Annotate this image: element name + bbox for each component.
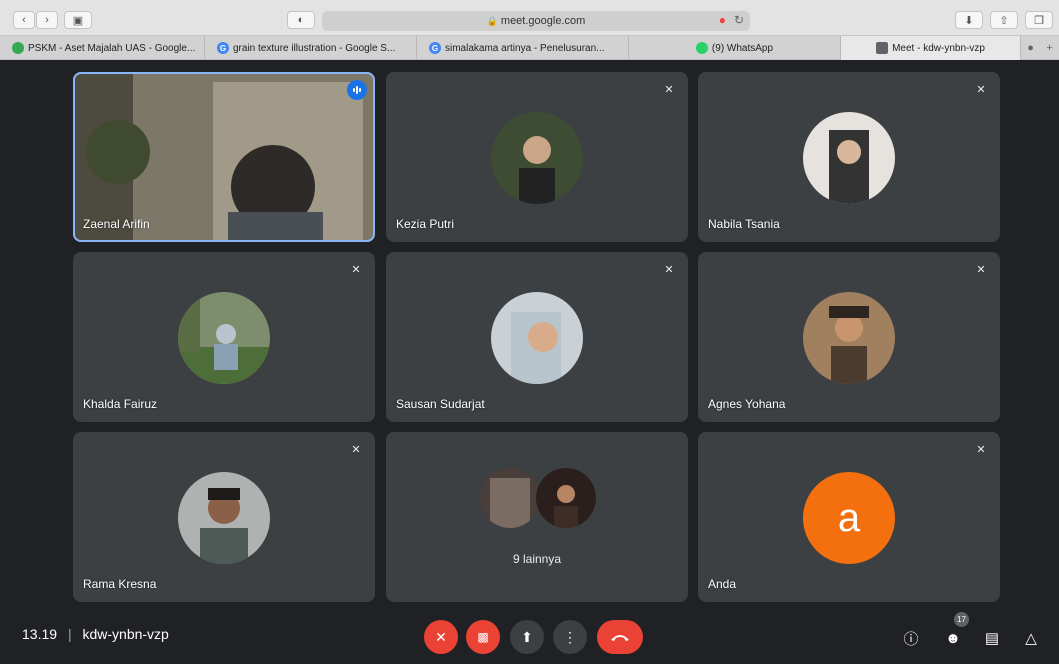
avatar [803, 112, 895, 204]
url-text: meet.google.com [500, 15, 586, 27]
more-options-button[interactable]: ⋮ [553, 620, 587, 654]
tab-label: (9) WhatsApp [711, 42, 774, 54]
mic-recording-icon: ● [718, 13, 726, 27]
tab-pskm[interactable]: PSKM - Aset Majalah UAS - Google... [0, 36, 205, 60]
participant-tile-self[interactable]: ✕ a Anda [698, 432, 1000, 602]
separator: | [67, 626, 72, 642]
avatar [178, 472, 270, 564]
avatar: a [803, 472, 895, 564]
mic-off-icon: ✕ [351, 263, 361, 276]
privacy-shield-button[interactable]: ◐ [287, 11, 315, 29]
participant-tile[interactable]: Zaenal Arifin [73, 72, 375, 242]
avatar [491, 112, 583, 204]
present-screen-button[interactable]: ⬆ [510, 620, 544, 654]
avatar [803, 292, 895, 384]
browser-chrome: ‹ › ▣ ◐ 🔒 meet.google.com ● ↻ ⬇ ⇧ ❐ PSKM… [0, 0, 1059, 60]
new-tab-icon[interactable]: + [1046, 42, 1052, 54]
mic-off-icon: ✕ [435, 628, 447, 645]
participant-name: Rama Kresna [83, 577, 157, 591]
participant-name: Zaenal Arifin [83, 217, 150, 231]
tab-meet[interactable]: Meet - kdw-ynbn-vzp [841, 36, 1021, 60]
participant-tile[interactable]: ✕ Agnes Yohana [698, 252, 1000, 422]
mic-off-icon: ✕ [976, 443, 986, 456]
sidebar-toggle-button[interactable]: ▣ [64, 11, 92, 29]
whatsapp-icon [695, 42, 708, 54]
tabs-overview-button[interactable]: ❐ [1025, 11, 1053, 29]
back-button[interactable]: ‹ [13, 11, 35, 29]
drive-icon [12, 42, 24, 54]
avatar [480, 468, 540, 528]
mic-off-icon: ✕ [664, 83, 674, 96]
mic-icon: ● [1027, 41, 1034, 54]
participant-tile[interactable]: ✕ Kezia Putri [386, 72, 688, 242]
tab-label: PSKM - Aset Majalah UAS - Google... [28, 42, 196, 54]
meeting-details: 13.19 | kdw-ynbn-vzp [22, 626, 169, 642]
reload-icon[interactable]: ↻ [734, 13, 744, 27]
chat-icon[interactable]: ▤ [980, 626, 1004, 650]
participant-name: Kezia Putri [396, 217, 455, 231]
others-tile[interactable]: 9 lainnya [386, 432, 688, 602]
tab-simalakama[interactable]: G simalakama artinya - Penelusuran... [417, 36, 629, 60]
participant-name: Anda [708, 577, 737, 591]
people-icon[interactable]: ☻ [941, 626, 965, 650]
participant-name: Nabila Tsania [708, 217, 780, 231]
mic-off-icon: ✕ [664, 263, 674, 276]
meeting-code: kdw-ynbn-vzp [82, 626, 169, 642]
avatar [178, 292, 270, 384]
mic-off-icon: ✕ [976, 83, 986, 96]
leave-call-button[interactable] [597, 620, 643, 654]
meet-control-bar: 13.19 | kdw-ynbn-vzp ✕ ▩ ⬆ ⋮ ⓘ ☻ 17 ▤ △ [0, 608, 1059, 664]
google-icon: G [217, 42, 229, 54]
meet-grid: Zaenal Arifin ✕ Kezia Putri ✕ Nabila Tsa… [0, 60, 1059, 664]
participant-name: Agnes Yohana [708, 397, 786, 411]
tab-bar-actions: ● + [1021, 36, 1059, 59]
avatar [536, 468, 596, 528]
camera-off-icon: ▩ [477, 630, 489, 644]
present-icon: ⬆ [521, 628, 533, 645]
participant-tile[interactable]: ✕ Rama Kresna [73, 432, 375, 602]
address-bar[interactable]: 🔒 meet.google.com ● ↻ [322, 11, 750, 31]
lock-icon: 🔒 [486, 15, 498, 26]
forward-button[interactable]: › [36, 11, 58, 29]
participant-tile[interactable]: ✕ Khalda Fairuz [73, 252, 375, 422]
mic-off-icon: ✕ [976, 263, 986, 276]
phone-hangup-icon [611, 635, 629, 641]
participant-name: Khalda Fairuz [83, 397, 158, 411]
more-vert-icon: ⋮ [563, 628, 577, 645]
speaking-indicator-icon [347, 80, 367, 100]
browser-toolbar: ‹ › ▣ ◐ 🔒 meet.google.com ● ↻ ⬇ ⇧ ❐ [0, 0, 1059, 36]
others-count-label: 9 lainnya [512, 552, 562, 566]
participant-count-badge: 17 [954, 612, 969, 627]
info-icon[interactable]: ⓘ [899, 626, 923, 650]
tab-label: grain texture illustration - Google S... [233, 42, 396, 54]
participant-tile[interactable]: ✕ Nabila Tsania [698, 72, 1000, 242]
tab-label: Meet - kdw-ynbn-vzp [892, 42, 985, 54]
mic-off-icon: ✕ [351, 443, 361, 456]
camera-toggle-button[interactable]: ▩ [466, 620, 500, 654]
tab-label: simalakama artinya - Penelusuran... [445, 42, 605, 54]
participant-name: Sausan Sudarjat [396, 397, 485, 411]
mic-toggle-button[interactable]: ✕ [424, 620, 458, 654]
tab-bar: PSKM - Aset Majalah UAS - Google... G gr… [0, 36, 1059, 60]
share-button[interactable]: ⇧ [990, 11, 1018, 29]
activities-icon[interactable]: △ [1019, 626, 1043, 650]
participant-tile[interactable]: ✕ Sausan Sudarjat [386, 252, 688, 422]
meeting-time: 13.19 [22, 626, 58, 642]
tab-whatsapp[interactable]: (9) WhatsApp [629, 36, 841, 60]
google-icon: G [429, 42, 441, 54]
avatar [491, 292, 583, 384]
meet-icon [876, 42, 889, 54]
downloads-button[interactable]: ⬇ [955, 11, 983, 29]
tab-grain-texture[interactable]: G grain texture illustration - Google S.… [205, 36, 417, 60]
